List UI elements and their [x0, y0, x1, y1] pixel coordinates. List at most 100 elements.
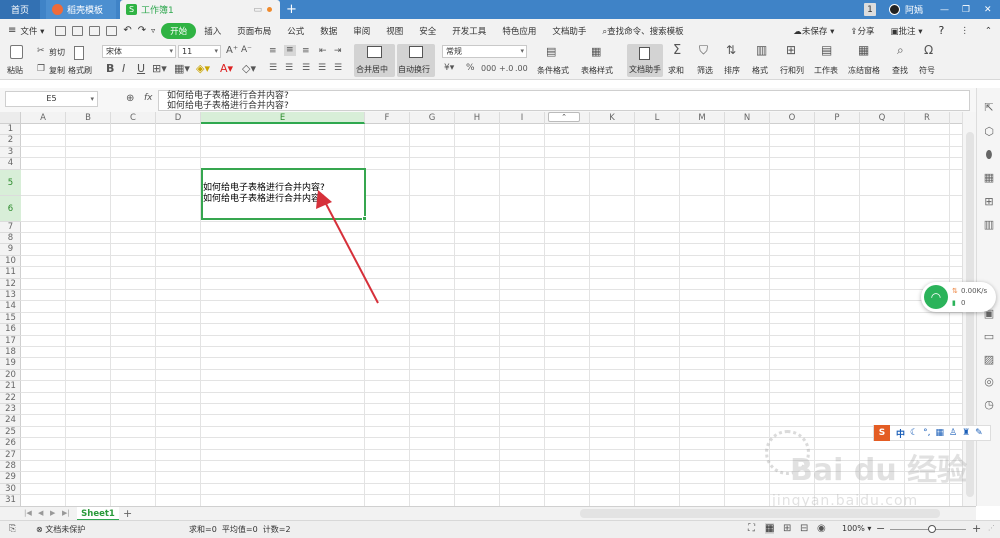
- menu-special[interactable]: 特色应用: [494, 25, 544, 37]
- table-icon[interactable]: ▦: [983, 172, 995, 184]
- menu-developer[interactable]: 开发工具: [444, 25, 494, 37]
- shapes-icon[interactable]: ⬡: [983, 126, 995, 138]
- moon-icon[interactable]: ☾: [910, 428, 918, 438]
- freeze-button[interactable]: 冻结窗格: [848, 65, 880, 76]
- collapse-ribbon-icon[interactable]: ⌃: [977, 26, 1000, 36]
- share-button[interactable]: ⇪分享: [842, 25, 882, 37]
- select-all-corner[interactable]: [0, 112, 21, 124]
- more-icon[interactable]: ⋮: [952, 26, 977, 36]
- zoom-in-button[interactable]: +: [972, 522, 981, 535]
- distribute-icon[interactable]: ☰: [334, 63, 342, 74]
- menu-file[interactable]: 文件 ▾: [16, 25, 52, 37]
- help-button[interactable]: ?: [931, 24, 953, 37]
- window-count-badge[interactable]: 1: [864, 3, 876, 16]
- menu-review[interactable]: 审阅: [345, 25, 378, 37]
- border-icon[interactable]: ⊞▾: [152, 63, 167, 74]
- font-name-select[interactable]: 宋体: [102, 45, 176, 58]
- command-search[interactable]: ⌕查找命令、搜索模板: [594, 25, 691, 37]
- next-sheet-icon[interactable]: ▶: [50, 509, 55, 517]
- restore-button[interactable]: ❐: [962, 3, 970, 16]
- expand-formula-button[interactable]: ⌃: [548, 112, 580, 122]
- inbox-icon[interactable]: ▭: [983, 331, 995, 343]
- clear-icon[interactable]: ◇▾: [242, 63, 256, 74]
- italic-icon[interactable]: I: [122, 63, 125, 74]
- percent-icon[interactable]: %: [466, 63, 475, 74]
- sort-icon[interactable]: ⇅: [726, 44, 736, 56]
- align-left-icon[interactable]: ☰: [269, 63, 277, 74]
- horizontal-scrollbar[interactable]: [580, 509, 940, 518]
- bold-icon[interactable]: B: [106, 63, 114, 74]
- menu-formula[interactable]: 公式: [279, 25, 312, 37]
- punctuation-icon[interactable]: °,: [923, 428, 930, 438]
- comment-button[interactable]: ▣批注 ▾: [883, 25, 931, 37]
- freeze-icon[interactable]: ▦: [858, 44, 869, 56]
- last-sheet-icon[interactable]: ▶|: [62, 509, 70, 517]
- row-col-button[interactable]: 行和列: [780, 65, 804, 76]
- customize-icon[interactable]: ▿: [151, 26, 155, 35]
- first-sheet-icon[interactable]: |◀: [24, 509, 32, 517]
- menu-page-layout[interactable]: 页面布局: [229, 25, 279, 37]
- voice-icon[interactable]: ♙: [949, 428, 957, 438]
- align-center-icon[interactable]: ☰: [285, 63, 293, 74]
- history-icon[interactable]: ◷: [983, 399, 995, 411]
- align-right-icon[interactable]: ☰: [302, 63, 310, 74]
- tab-docer-templates[interactable]: 稻壳模板: [46, 0, 116, 19]
- font-size-select[interactable]: 11: [178, 45, 221, 58]
- menu-start[interactable]: 开始: [161, 22, 197, 39]
- font-color-icon[interactable]: A▾: [220, 63, 233, 74]
- indent-increase-icon[interactable]: ⇥: [334, 46, 342, 57]
- align-middle-icon[interactable]: ≡: [284, 45, 296, 56]
- filter-icon[interactable]: ⛉: [699, 44, 708, 56]
- add-sheet-button[interactable]: +: [123, 507, 132, 520]
- keyboard-icon[interactable]: ▦: [935, 428, 944, 438]
- tab-home[interactable]: 首页: [0, 0, 40, 19]
- unsaved-status[interactable]: ☁未保存 ▾: [785, 25, 842, 37]
- auto-wrap-button[interactable]: 自动换行: [397, 44, 435, 77]
- macro-icon[interactable]: ⎘: [9, 524, 16, 534]
- number-format-select[interactable]: 常规: [442, 45, 527, 58]
- zoom-slider-thumb[interactable]: [928, 525, 936, 533]
- menu-insert[interactable]: 插入: [196, 25, 229, 37]
- row-col-icon[interactable]: ⊞: [786, 44, 796, 56]
- find-icon[interactable]: ⌕: [897, 44, 904, 56]
- doc-helper-button[interactable]: 文档助手: [627, 44, 663, 77]
- sort-button[interactable]: 排序: [724, 65, 740, 76]
- chinese-mode-icon[interactable]: 中: [896, 427, 905, 440]
- redo-icon[interactable]: ↷: [138, 25, 146, 36]
- cut-button[interactable]: 剪切: [49, 47, 65, 58]
- name-box[interactable]: E5 ▾: [5, 91, 98, 107]
- cell-border-style-icon[interactable]: ▦▾: [174, 63, 190, 74]
- omega-icon[interactable]: Ω: [924, 44, 933, 56]
- conditional-format-icon[interactable]: ▤: [546, 46, 556, 57]
- align-top-icon[interactable]: ≡: [269, 46, 277, 57]
- format-painter-icon[interactable]: [74, 46, 84, 60]
- prev-sheet-icon[interactable]: ◀: [38, 509, 43, 517]
- normal-view-icon[interactable]: ▦: [765, 523, 775, 534]
- justify-icon[interactable]: ☰: [318, 63, 326, 74]
- export-icon[interactable]: [72, 25, 84, 36]
- fullscreen-icon[interactable]: ⛶: [748, 523, 755, 534]
- ime-toolbar[interactable]: S 中 ☾ °, ▦ ♙ ♜ ✎: [873, 425, 991, 441]
- decrease-decimal-icon[interactable]: .00: [515, 63, 528, 74]
- grid-view-icon[interactable]: ⊞: [983, 196, 995, 208]
- image-icon[interactable]: ▨: [983, 354, 995, 366]
- conditional-format-button[interactable]: 条件格式: [537, 65, 569, 76]
- cursor-icon[interactable]: ⇱: [983, 102, 995, 114]
- menu-doc-helper[interactable]: 文档助手: [544, 25, 594, 37]
- format-painter-button[interactable]: 格式刷: [68, 65, 92, 76]
- zoom-level[interactable]: 100% ▾: [842, 524, 871, 533]
- merge-center-button[interactable]: 合并居中: [354, 44, 395, 77]
- table-style-icon[interactable]: ▦: [591, 46, 601, 57]
- monitor-icon[interactable]: ▭: [253, 5, 262, 15]
- worksheet-button[interactable]: 工作表: [814, 65, 838, 76]
- zoom-slider[interactable]: [890, 525, 966, 533]
- paste-button[interactable]: 粘贴: [7, 65, 23, 76]
- decrease-font-icon[interactable]: A⁻: [241, 45, 252, 56]
- new-tab-button[interactable]: +: [286, 2, 297, 17]
- worksheet-icon[interactable]: ▤: [821, 44, 832, 56]
- symbol-button[interactable]: 符号: [919, 65, 935, 76]
- page-layout-icon[interactable]: ⊞: [783, 523, 791, 534]
- protect-status[interactable]: ⊗ 文档未保护: [36, 524, 85, 535]
- copy-button[interactable]: 复制: [49, 65, 65, 76]
- menu-icon[interactable]: ≡: [8, 25, 16, 36]
